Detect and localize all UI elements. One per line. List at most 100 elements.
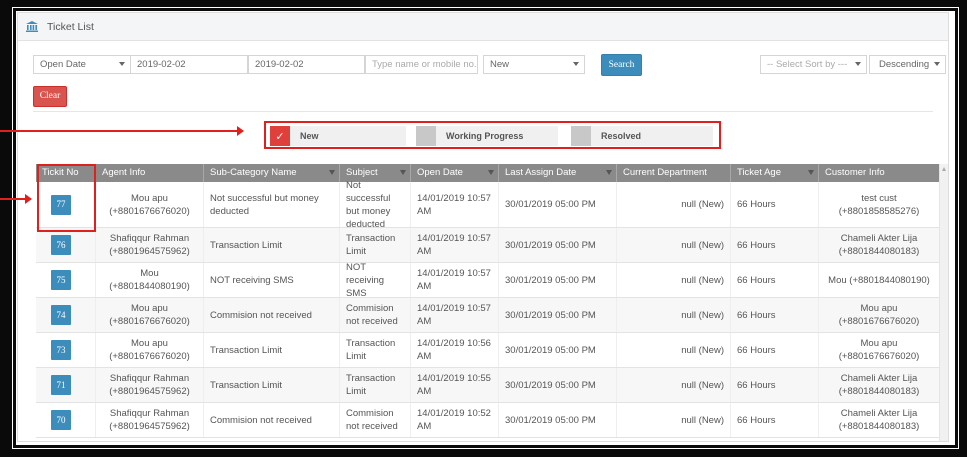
scroll-up-icon[interactable] xyxy=(942,167,946,171)
status-select[interactable]: New xyxy=(483,55,585,74)
arrow-head-icon xyxy=(237,126,244,136)
column-header-open-date[interactable]: Open Date xyxy=(411,164,499,182)
column-header-ticket-age[interactable]: Ticket Age xyxy=(731,164,819,182)
open-date-cell: 14/01/2019 10:57 AM xyxy=(411,182,499,227)
ticket-no-highlight xyxy=(37,164,96,232)
table-row[interactable]: 73 Mou apu (+8801676676020) Transaction Li… xyxy=(36,333,940,368)
sort-order-select[interactable]: Descending xyxy=(869,55,946,74)
ticket-age-cell-text: 66 Hours xyxy=(737,379,776,391)
ticket-age-cell-text: 66 Hours xyxy=(737,414,776,426)
filter-icon[interactable] xyxy=(329,170,335,175)
sub-category-cell: Transaction Limit xyxy=(204,228,340,262)
column-header-sub-category[interactable]: Sub-Category Name xyxy=(204,164,340,182)
table-row[interactable]: 75 Mou (+8801844080190) NOT receiving SMS N… xyxy=(36,262,940,299)
current-department-cell-text: null (New) xyxy=(681,379,724,391)
agent-info-cell-text: Shafiqqur Rahman (+8801964575962) xyxy=(109,408,190,432)
open-date-cell: 14/01/2019 10:57 AM xyxy=(411,298,499,332)
subject-cell: Not successful but money deducted xyxy=(340,180,411,230)
search-input[interactable]: Type name or mobile no. xyxy=(365,55,478,74)
column-header-agent-info[interactable]: Agent Info xyxy=(96,164,204,182)
table-row[interactable]: 70 Shafiqqur Rahman (+8801964575962) Commi… xyxy=(36,403,940,438)
date-field-select[interactable]: Open Date xyxy=(33,55,131,74)
open-date-cell: 14/01/2019 10:57 AM xyxy=(411,228,499,262)
ticket-id-button[interactable]: 75 xyxy=(51,270,71,290)
open-date-cell: 14/01/2019 10:55 AM xyxy=(411,368,499,402)
ticket-age-cell: 66 Hours xyxy=(731,263,819,297)
current-department-cell: null (New) xyxy=(617,263,731,297)
last-assign-date-cell-text: 30/01/2019 05:00 PM xyxy=(505,274,596,286)
last-assign-date-cell-text: 30/01/2019 05:00 PM xyxy=(505,414,596,426)
column-header-label: Open Date xyxy=(417,167,463,178)
column-header-customer-info[interactable]: Customer Info xyxy=(819,164,940,182)
subject-cell-text: Transaction Limit xyxy=(346,338,396,362)
status-step-resolved[interactable]: Resolved xyxy=(571,126,713,146)
column-header-label: Ticket Age xyxy=(737,167,782,178)
chevron-down-icon xyxy=(934,62,940,66)
column-header-label: Subject xyxy=(346,167,378,178)
ticket-list-panel: Ticket List Open Date 2019-02-02 2019-02… xyxy=(17,12,949,442)
status-step-new[interactable]: ✓ New xyxy=(270,126,406,146)
subject-cell: Commision not received xyxy=(340,403,411,437)
ticket-id-button[interactable]: 71 xyxy=(51,375,71,395)
customer-info-cell: test cust (+8801858585276) xyxy=(819,182,940,227)
ticket-age-cell: 66 Hours xyxy=(731,403,819,437)
status-select-value: New xyxy=(490,59,510,70)
open-date-cell-text: 14/01/2019 10:52 AM xyxy=(417,408,491,432)
current-department-cell: null (New) xyxy=(617,368,731,402)
subject-cell-text: Commision not received xyxy=(346,303,398,327)
from-date-input[interactable]: 2019-02-02 xyxy=(130,55,248,74)
subject-cell: Transaction Limit xyxy=(340,228,411,262)
last-assign-date-cell: 30/01/2019 05:00 PM xyxy=(499,403,617,437)
sub-category-cell-text: Commision not received xyxy=(210,414,312,426)
ticket-age-cell-text: 66 Hours xyxy=(737,239,776,251)
agent-info-cell-text: Mou apu (+8801676676020) xyxy=(109,192,190,217)
ticket-no-cell: 73 xyxy=(36,333,96,367)
column-header-last-assign-date[interactable]: Last Assign Date xyxy=(499,164,617,182)
ticket-age-cell-text: 66 Hours xyxy=(737,344,776,356)
clear-button[interactable]: Clear xyxy=(33,86,67,107)
open-date-cell-text: 14/01/2019 10:57 AM xyxy=(417,233,491,257)
filter-icon[interactable] xyxy=(400,170,406,175)
last-assign-date-cell: 30/01/2019 05:00 PM xyxy=(499,182,617,227)
annotation-arrow-status xyxy=(0,126,244,136)
ticket-id-button[interactable]: 76 xyxy=(51,235,71,255)
ticket-id-button[interactable]: 70 xyxy=(51,410,71,430)
ticket-id-button[interactable]: 73 xyxy=(51,340,71,360)
customer-info-cell: Mou (+8801844080190) xyxy=(819,263,940,297)
last-assign-date-cell-text: 30/01/2019 05:00 PM xyxy=(505,379,596,391)
table-row[interactable]: 76 Shafiqqur Rahman (+8801964575962) Trans… xyxy=(36,228,940,263)
table-header: Tickit No Agent Info Sub-Category Name S… xyxy=(36,164,940,182)
last-assign-date-cell: 30/01/2019 05:00 PM xyxy=(499,368,617,402)
sub-category-cell-text: Transaction Limit xyxy=(210,239,282,251)
vertical-scrollbar[interactable] xyxy=(939,164,948,441)
ticket-no-cell: 76 xyxy=(36,228,96,262)
table-row[interactable]: 77 Mou apu (+8801676676020) Not successful… xyxy=(36,180,940,230)
sort-by-select[interactable]: -- Select Sort by --- xyxy=(760,55,867,74)
column-header-label: Last Assign Date xyxy=(505,167,577,178)
current-department-cell: null (New) xyxy=(617,298,731,332)
customer-info-cell: Chameli Akter Lija (+8801844080183) xyxy=(819,403,940,437)
agent-info-cell: Mou (+8801844080190) xyxy=(96,263,204,297)
filter-icon[interactable] xyxy=(606,170,612,175)
sub-category-cell-text: Commision not received xyxy=(210,309,312,321)
filter-icon[interactable] xyxy=(488,170,494,175)
table-row[interactable]: 74 Mou apu (+8801676676020) Commision not … xyxy=(36,298,940,333)
sub-category-cell: NOT receiving SMS xyxy=(204,263,340,297)
agent-info-cell-text: Mou apu (+8801676676020) xyxy=(109,303,190,327)
status-step-working[interactable]: Working Progress xyxy=(416,126,558,146)
table-row[interactable]: 71 Shafiqqur Rahman (+8801964575962) Trans… xyxy=(36,368,940,403)
search-button[interactable]: Search xyxy=(601,54,642,76)
date-field-value: Open Date xyxy=(40,59,86,70)
agent-info-cell: Mou apu (+8801676676020) xyxy=(96,333,204,367)
to-date-input[interactable]: 2019-02-02 xyxy=(248,55,365,74)
open-date-cell: 14/01/2019 10:56 AM xyxy=(411,333,499,367)
sub-category-cell: Not successful but money deducted xyxy=(204,182,340,227)
annotation-arrow-ticket xyxy=(0,194,32,204)
open-date-cell-text: 14/01/2019 10:57 AM xyxy=(417,268,491,292)
filter-icon[interactable] xyxy=(808,170,814,175)
column-header-current-department[interactable]: Current Department xyxy=(617,164,731,182)
sub-category-cell: Commision not received xyxy=(204,298,340,332)
ticket-id-button[interactable]: 74 xyxy=(51,305,71,325)
current-department-cell: null (New) xyxy=(617,182,731,227)
status-square-icon xyxy=(571,126,591,146)
